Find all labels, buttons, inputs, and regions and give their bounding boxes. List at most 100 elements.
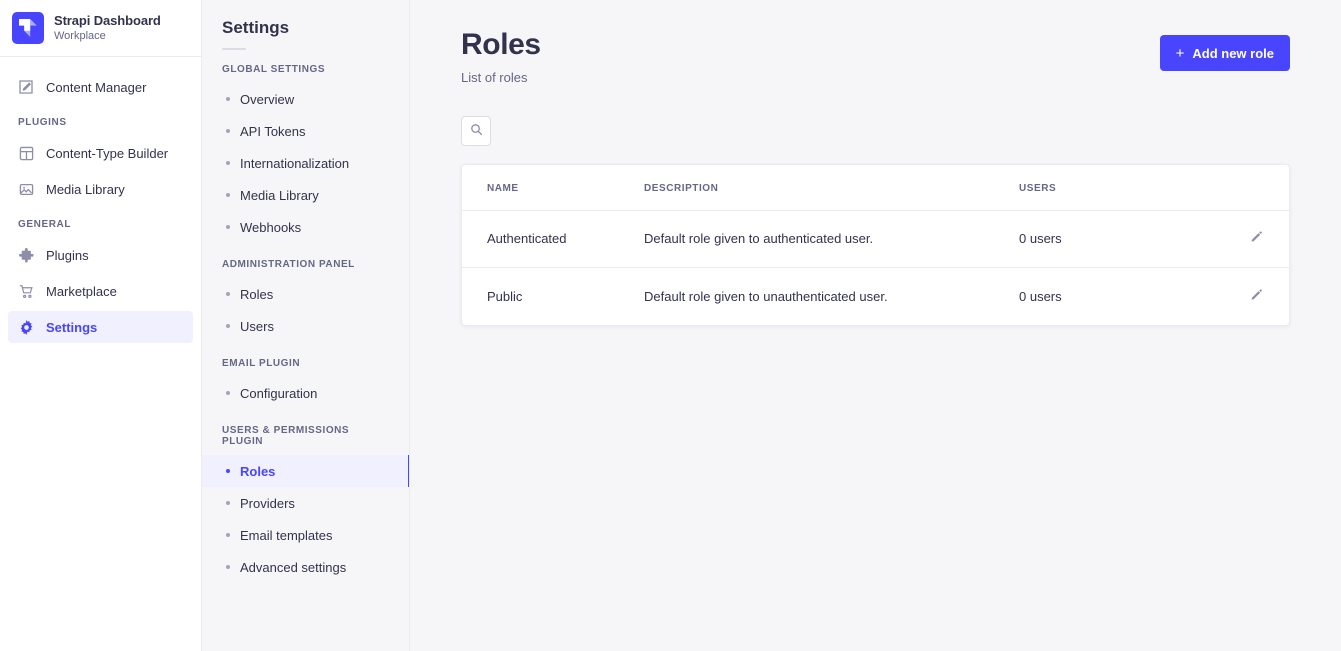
- sidebar-item-media-library[interactable]: Media Library: [8, 173, 193, 205]
- column-header-actions: [1229, 164, 1289, 211]
- main-content: Roles List of roles + Add new role NAME …: [410, 0, 1341, 651]
- subnav-item-providers[interactable]: Providers: [202, 487, 409, 519]
- layout-grid-icon: [18, 145, 34, 161]
- add-new-role-label: Add new role: [1192, 45, 1274, 61]
- bullet-icon: [226, 391, 230, 395]
- table-row[interactable]: Public Default role given to unauthentic…: [462, 268, 1289, 325]
- roles-table-head: NAME DESCRIPTION USERS: [462, 164, 1289, 211]
- bullet-icon: [226, 501, 230, 505]
- subnav-section-users-permissions-plugin: USERS & PERMISSIONS PLUGIN: [222, 425, 350, 447]
- subnav-divider: [222, 48, 246, 50]
- search-button[interactable]: [461, 115, 491, 146]
- sidebar-item-label: Marketplace: [46, 283, 117, 299]
- nav-section-general: GENERAL: [18, 219, 72, 230]
- subnav-section-global-settings: GLOBAL SETTINGS: [222, 64, 326, 75]
- strapi-cube-icon: [12, 12, 44, 44]
- shopping-cart-icon: [18, 283, 34, 299]
- roles-card: NAME DESCRIPTION USERS Authenticated Def…: [461, 163, 1290, 326]
- pencil-icon: [1249, 230, 1263, 247]
- roles-table: NAME DESCRIPTION USERS Authenticated Def…: [462, 164, 1289, 325]
- sidebar-item-label: Plugins: [46, 247, 89, 263]
- brand-title: Strapi Dashboard: [54, 13, 161, 29]
- sidebar-item-settings[interactable]: Settings: [8, 311, 193, 343]
- cell-row-actions: [1229, 210, 1289, 268]
- strapi-cube-glyph: [19, 19, 37, 37]
- subnav-item-label: Users: [240, 318, 274, 334]
- subnav-section-email-plugin: EMAIL PLUGIN: [222, 358, 301, 369]
- sidebar-item-plugins[interactable]: Plugins: [8, 239, 193, 271]
- bullet-icon: [226, 225, 230, 229]
- subnav-item-webhooks[interactable]: Webhooks: [202, 211, 409, 243]
- subnav-item-admin-roles[interactable]: Roles: [202, 278, 409, 310]
- sidebar-item-marketplace[interactable]: Marketplace: [8, 275, 193, 307]
- gear-icon: [18, 319, 34, 335]
- edit-role-button[interactable]: [1248, 288, 1264, 304]
- bullet-icon: [226, 292, 230, 296]
- subnav-title: Settings: [222, 18, 290, 37]
- column-header-name: NAME: [462, 164, 644, 211]
- subnav-item-label: API Tokens: [240, 123, 306, 139]
- bullet-icon: [226, 161, 230, 165]
- subnav-item-overview[interactable]: Overview: [202, 83, 409, 115]
- sidebar-item-content-manager[interactable]: Content Manager: [8, 71, 193, 103]
- sidebar-item-content-type-builder[interactable]: Content-Type Builder: [8, 137, 193, 169]
- cell-role-name: Public: [487, 288, 523, 304]
- cell-role-users: 0 users: [1019, 288, 1062, 304]
- subnav-item-email-templates[interactable]: Email templates: [202, 519, 409, 551]
- column-header-users: USERS: [1019, 164, 1229, 211]
- sidebar-item-label: Settings: [46, 319, 98, 335]
- bullet-icon: [226, 97, 230, 101]
- cell-row-actions: [1229, 268, 1289, 325]
- app-root: Strapi Dashboard Workplace Content Manag…: [0, 0, 1341, 651]
- subnav-item-label: Email templates: [240, 527, 333, 543]
- main-sidebar: Strapi Dashboard Workplace Content Manag…: [0, 0, 202, 651]
- plus-icon: +: [1175, 44, 1185, 62]
- add-new-role-button[interactable]: + Add new role: [1159, 35, 1290, 71]
- subnav-item-admin-users[interactable]: Users: [202, 310, 409, 342]
- main-nav-list: Content Manager PLUGINS Content-Type Bui…: [0, 57, 201, 347]
- pencil-square-icon: [18, 79, 34, 95]
- bullet-icon: [226, 324, 230, 328]
- column-header-description: DESCRIPTION: [644, 164, 1019, 211]
- subnav-item-configuration[interactable]: Configuration: [202, 377, 409, 409]
- bullet-icon: [226, 193, 230, 197]
- subnav-item-label: Overview: [240, 91, 295, 107]
- subnav-item-label: Webhooks: [240, 219, 302, 235]
- brand-subtitle: Workplace: [54, 29, 106, 42]
- roles-table-wrapper: NAME DESCRIPTION USERS Authenticated Def…: [410, 146, 1341, 326]
- roles-table-body: Authenticated Default role given to auth…: [462, 210, 1289, 325]
- sidebar-item-label: Content Manager: [46, 79, 147, 95]
- subnav-item-label: Roles: [240, 286, 274, 302]
- cell-role-description: Default role given to authenticated user…: [644, 210, 1019, 268]
- page-title: Roles: [461, 28, 541, 61]
- subnav-section-administration-panel: ADMINISTRATION PANEL: [222, 259, 355, 270]
- brand-header[interactable]: Strapi Dashboard Workplace: [0, 0, 201, 57]
- cell-role-name: Authenticated: [462, 210, 644, 268]
- search-icon: [470, 123, 483, 139]
- page-header: Roles List of roles + Add new role: [410, 0, 1341, 85]
- bullet-icon: [226, 469, 230, 473]
- table-row[interactable]: Authenticated Default role given to auth…: [462, 210, 1289, 268]
- pencil-icon: [1249, 288, 1263, 305]
- page-heading-group: Roles List of roles: [461, 28, 541, 85]
- image-icon: [18, 181, 34, 197]
- bullet-icon: [226, 129, 230, 133]
- nav-section-plugins: PLUGINS: [18, 117, 67, 128]
- edit-role-button[interactable]: [1248, 231, 1264, 247]
- bullet-icon: [226, 533, 230, 537]
- bullet-icon: [226, 565, 230, 569]
- subnav-item-media-library[interactable]: Media Library: [202, 179, 409, 211]
- subnav-item-advanced-settings[interactable]: Advanced settings: [202, 551, 409, 583]
- subnav-item-label: Internationalization: [240, 155, 350, 171]
- table-header-row: NAME DESCRIPTION USERS: [462, 164, 1289, 211]
- toolbar: [410, 85, 1341, 146]
- cell-role-description: Default role given to unauthenticated us…: [644, 288, 888, 304]
- brand-text: Strapi Dashboard Workplace: [54, 13, 161, 43]
- subnav-item-label: Advanced settings: [240, 559, 347, 575]
- subnav-item-internationalization[interactable]: Internationalization: [202, 147, 409, 179]
- subnav-item-label: Media Library: [240, 187, 319, 203]
- sidebar-item-label: Media Library: [46, 181, 125, 197]
- subnav-item-roles[interactable]: Roles: [202, 455, 409, 487]
- subnav-item-api-tokens[interactable]: API Tokens: [202, 115, 409, 147]
- settings-subnav: Settings GLOBAL SETTINGS Overview API To…: [202, 0, 410, 651]
